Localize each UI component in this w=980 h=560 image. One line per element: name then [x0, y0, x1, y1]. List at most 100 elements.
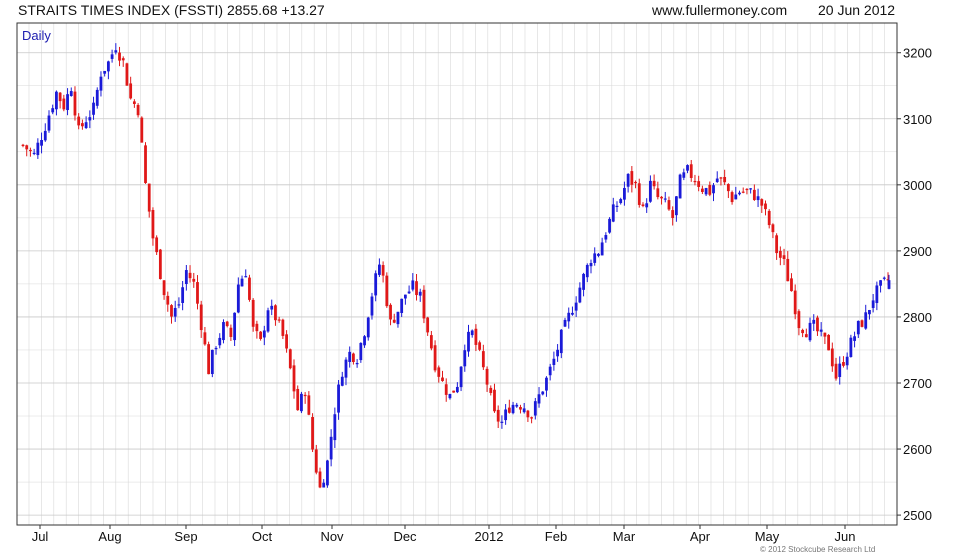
y-tick-label: 2900: [903, 244, 932, 259]
candle-body: [58, 92, 62, 102]
candle-body: [162, 280, 166, 296]
candle-body: [363, 336, 366, 346]
candle-body: [32, 152, 36, 155]
candle-body: [340, 376, 344, 386]
candle-body: [203, 332, 207, 345]
x-tick-label: Sep: [174, 529, 197, 544]
y-tick-label: 2800: [903, 310, 932, 325]
candle-body: [236, 284, 240, 313]
candle-body: [474, 328, 478, 345]
candle-body: [88, 117, 92, 121]
candle-body: [500, 421, 504, 423]
candle-body: [66, 94, 69, 111]
candle-body: [385, 275, 389, 307]
candle-body: [856, 320, 860, 335]
candle-body: [582, 273, 585, 290]
candle-body: [296, 388, 300, 411]
candle-body: [103, 70, 107, 74]
candle-body: [812, 319, 816, 324]
x-tick-label: 2012: [475, 529, 504, 544]
candle-body: [188, 272, 192, 279]
candle-body: [645, 203, 649, 208]
candle-body: [485, 368, 489, 385]
candle-body: [660, 196, 663, 199]
candle-body: [355, 363, 359, 365]
candle-body: [144, 145, 147, 184]
candle-body: [604, 235, 608, 240]
candle-body: [140, 117, 144, 143]
candle-body: [181, 287, 185, 303]
candle-body: [55, 91, 58, 110]
candle-body: [411, 280, 415, 290]
candle-body: [649, 180, 652, 202]
candle-body: [849, 337, 853, 357]
candle-body: [333, 414, 337, 441]
candle-body: [441, 377, 444, 382]
candle-body: [300, 393, 303, 412]
candle-body: [507, 407, 511, 413]
candle-body: [377, 264, 381, 275]
candle-body: [229, 327, 233, 337]
candle-body: [43, 130, 47, 141]
y-tick-label: 3000: [903, 178, 932, 193]
candle-body: [62, 98, 66, 110]
candle-body: [704, 188, 708, 195]
candle-body: [778, 250, 782, 258]
candle-body: [262, 330, 266, 338]
candle-body: [797, 311, 801, 329]
candle-body: [326, 460, 329, 486]
candle-body: [218, 337, 222, 346]
candle-body: [808, 322, 812, 341]
candle-body: [493, 389, 496, 412]
y-axis-ticks: 2500 2600 2700 2800 2900 3000 3100 3200: [897, 46, 932, 523]
candle-body: [337, 384, 340, 413]
candle-body: [266, 310, 270, 332]
candle-body: [511, 404, 515, 414]
candle-body: [170, 305, 173, 317]
candle-body: [455, 386, 459, 393]
candle-body: [314, 449, 318, 473]
candle-body: [597, 253, 600, 256]
candle-body: [723, 176, 727, 183]
candle-body: [834, 363, 838, 379]
x-tick-label: Feb: [545, 529, 567, 544]
x-tick-label: Jul: [32, 529, 49, 544]
candle-body: [25, 145, 29, 150]
candle-body: [36, 142, 40, 156]
candle-body: [69, 91, 73, 96]
candle-body: [478, 342, 482, 350]
y-tick-label: 2600: [903, 442, 932, 457]
candle-body: [608, 218, 611, 233]
candle-body: [674, 196, 678, 216]
candle-body: [548, 366, 552, 376]
candle-body: [708, 185, 712, 195]
candle-body: [790, 278, 793, 292]
candle-body: [73, 91, 77, 116]
candle-body: [359, 342, 363, 361]
candle-body: [567, 312, 571, 322]
candle-body: [285, 334, 288, 349]
candle-body: [530, 417, 534, 419]
candle-body: [864, 312, 868, 329]
candle-body: [433, 345, 437, 371]
candle-body: [782, 255, 786, 260]
x-tick-label: May: [755, 529, 780, 544]
candle-body: [823, 332, 827, 337]
candle-body: [418, 291, 422, 296]
candle-body: [248, 277, 251, 300]
candle-body: [845, 356, 849, 366]
candle-body: [166, 295, 170, 305]
candle-body: [318, 471, 322, 488]
candle-body: [392, 319, 396, 323]
candle-body: [533, 401, 537, 416]
candle-body: [47, 115, 51, 131]
candle-body: [671, 210, 675, 219]
candle-body: [80, 123, 84, 127]
x-tick-label: Dec: [393, 529, 417, 544]
candle-body: [760, 199, 764, 206]
candle-body: [816, 317, 819, 332]
candle-body: [322, 482, 326, 488]
candle-body: [819, 329, 823, 332]
candle-body: [793, 290, 797, 315]
candle-body: [871, 300, 875, 308]
